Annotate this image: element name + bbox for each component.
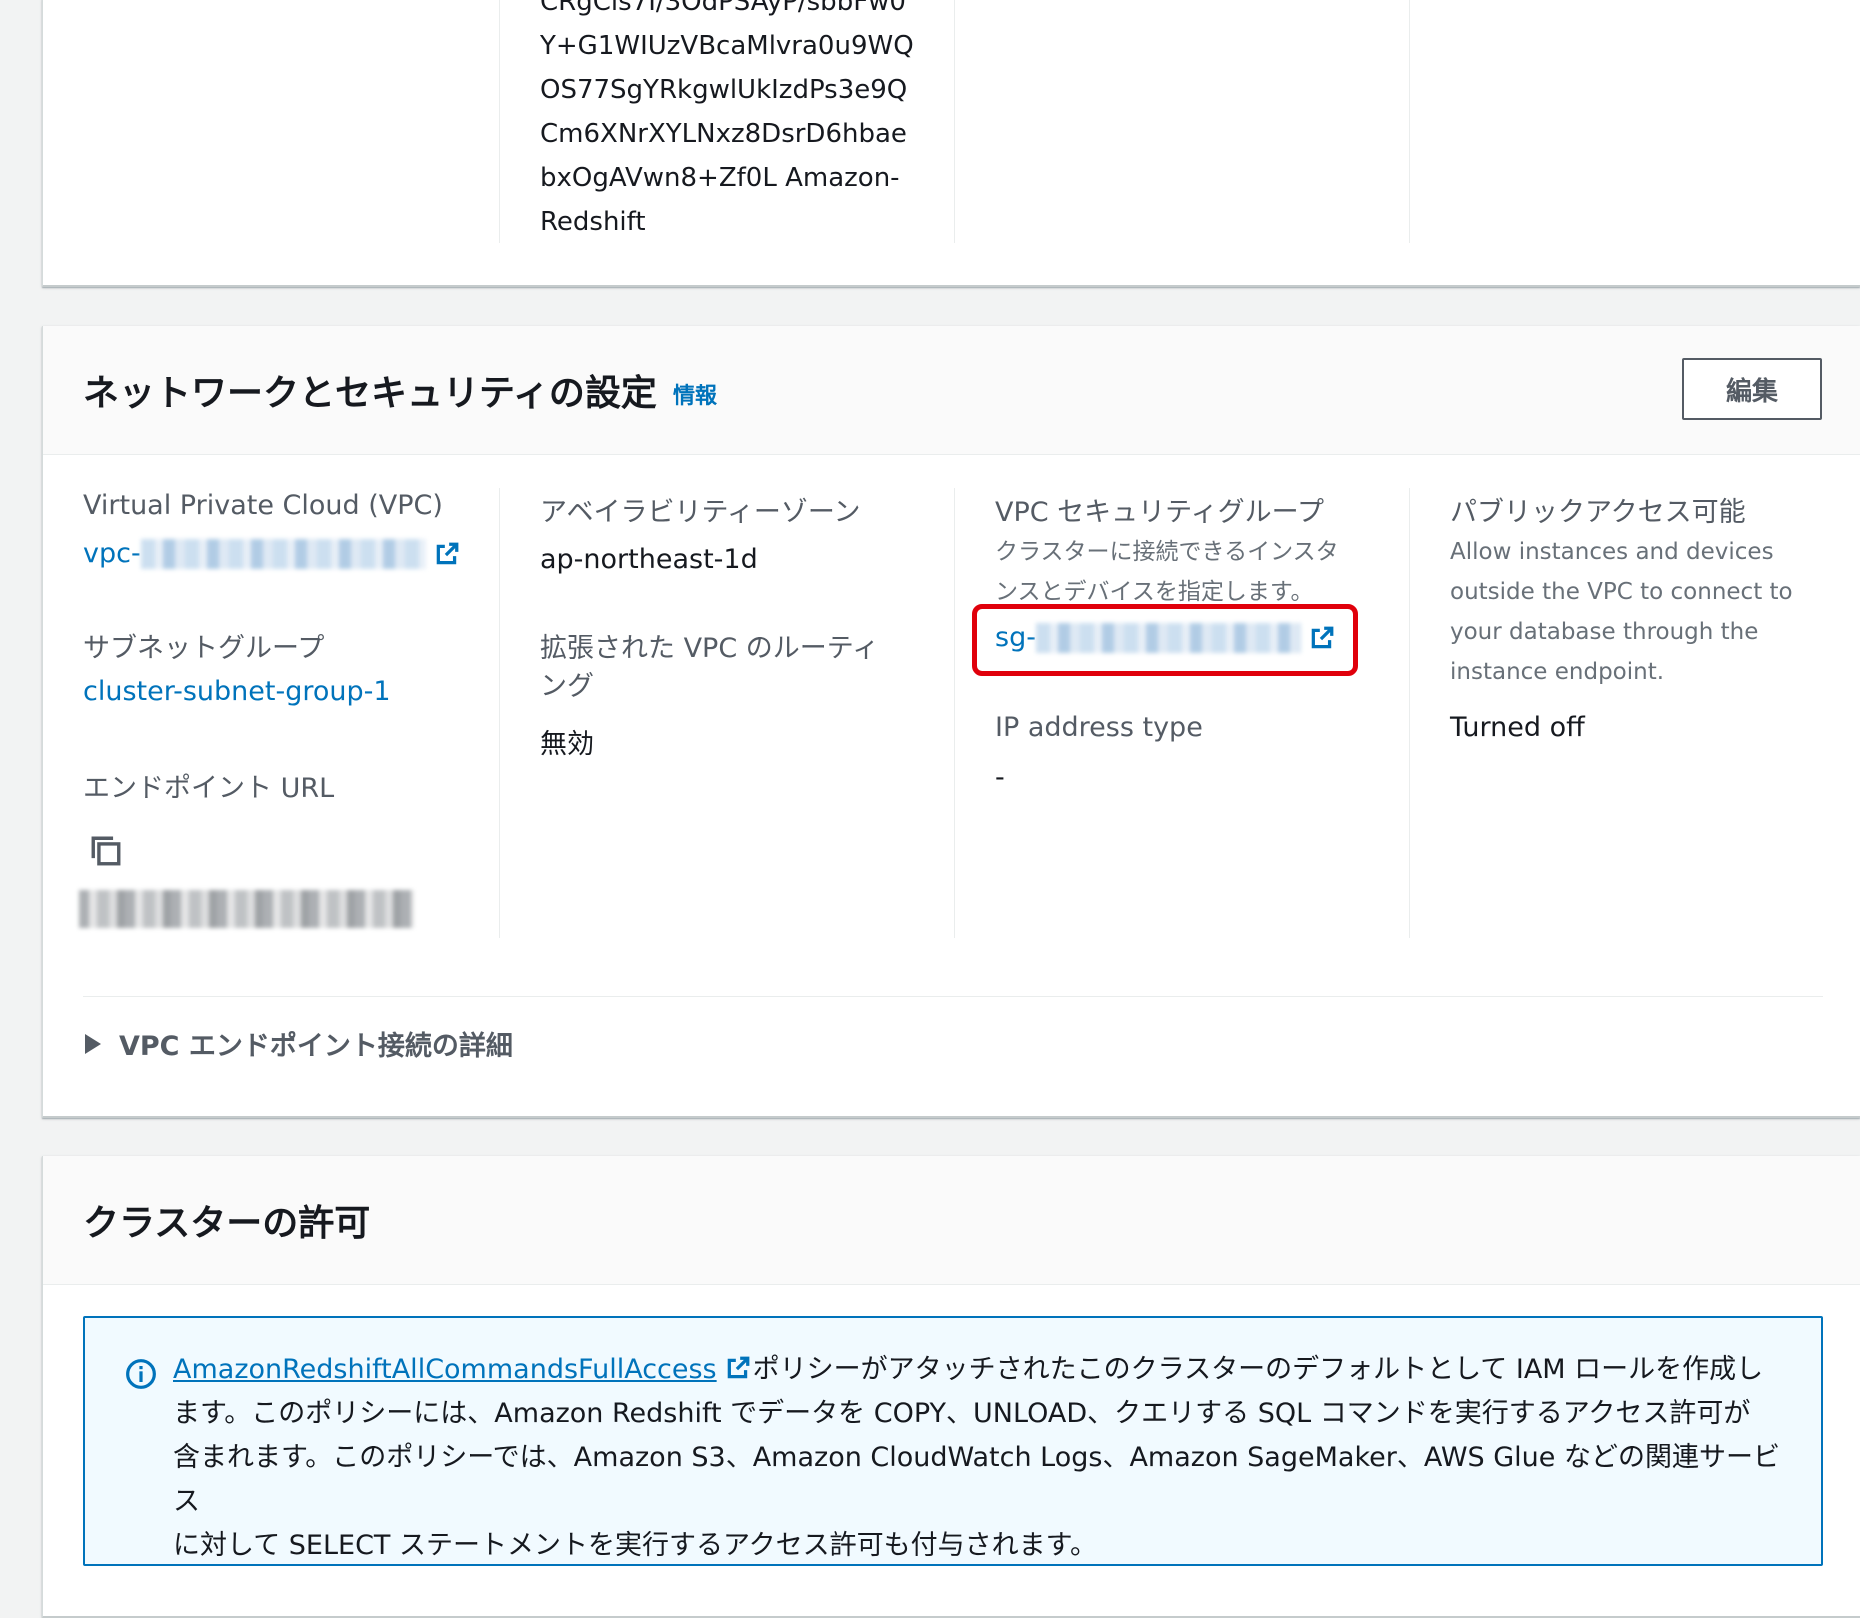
column-divider [954, 0, 955, 243]
public-key-line: Redshift [540, 207, 646, 237]
public-access-label: パブリックアクセス可能 [1450, 497, 1746, 528]
info-link[interactable]: 情報 [673, 378, 717, 410]
subnet-group-link[interactable]: cluster-subnet-group-1 [83, 676, 391, 707]
vpc-prefix: vpc- [83, 538, 141, 569]
policy-link[interactable]: AmazonRedshiftAllCommandsFullAccess [173, 1354, 717, 1385]
column-divider [499, 0, 500, 243]
permissions-section-title: クラスターの許可 [83, 1203, 371, 1244]
alert-text-line: に対して SELECT ステートメントを実行するアクセス許可も付与されます。 [173, 1530, 1097, 1561]
vpc-link[interactable]: vpc- [83, 538, 460, 569]
cluster-permissions-card: クラスターの許可 AmazonRedshiftAllCommandsFullAc… [42, 1156, 1860, 1618]
alert-message: AmazonRedshiftAllCommandsFullAccess ポリシーが… [173, 1348, 1781, 1568]
az-value: ap-northeast-1d [540, 544, 758, 575]
public-access-description: instance endpoint. [1450, 659, 1665, 685]
subnet-label: サブネットグループ [83, 633, 325, 664]
alert-text-line: ます。このポリシーには、Amazon Redshift でデータを COPY、U… [173, 1398, 1751, 1429]
highlight-box [972, 604, 1358, 676]
ip-address-type-value: - [995, 762, 1005, 793]
edit-button[interactable]: 編集 [1682, 358, 1822, 420]
public-key-line: CRgCls7I/3OdPSAyP/sbbFw0 [540, 0, 906, 17]
public-access-description: outside the VPC to connect to [1450, 579, 1793, 605]
caret-right-icon [85, 1033, 101, 1054]
column-divider [954, 488, 955, 938]
info-circle-icon [126, 1359, 156, 1389]
vpc-label: Virtual Private Cloud (VPC) [83, 490, 443, 521]
sg-description: クラスターに接続できるインスタ [995, 539, 1339, 565]
network-security-card: ネットワークとセキュリティの設定 情報 編集 Virtual Private C… [42, 326, 1860, 1118]
network-section-title: ネットワークとセキュリティの設定 [83, 373, 657, 414]
vpc-endpoint-details-expander[interactable]: VPC エンドポイント接続の詳細 [85, 1024, 513, 1063]
public-key-line: Cm6XNrXYLNxz8DsrD6hbae [540, 119, 907, 149]
alert-text-line: ポリシーがアタッチされたこのクラスターのデフォルトとして IAM ロールを作成し [752, 1354, 1764, 1385]
enhanced-vpc-label-cont: ング [540, 671, 594, 702]
public-key-line: bxOgAVwn8+Zf0L Amazon- [540, 163, 900, 193]
az-label: アベイラビリティーゾーン [540, 497, 861, 528]
public-access-value: Turned off [1450, 712, 1585, 743]
card-header: ネットワークとセキュリティの設定 情報 編集 [43, 326, 1860, 455]
cluster-detail-card: CRgCls7I/3OdPSAyP/sbbFw0 Y+G1WIUzVBcaMlv… [42, 0, 1860, 287]
ip-address-type-label: IP address type [995, 712, 1203, 743]
public-access-description: Allow instances and devices [1450, 539, 1774, 565]
enhanced-vpc-value: 無効 [540, 729, 594, 760]
public-key-line: OS77SgYRkgwlUkIzdPs3e9Q [540, 75, 908, 105]
column-divider [1409, 488, 1410, 938]
redacted-endpoint-url [79, 890, 414, 932]
column-divider [499, 488, 500, 938]
redacted-vpc-id [140, 538, 426, 569]
enhanced-vpc-label: 拡張された VPC のルーティ [540, 633, 880, 664]
external-link-icon [727, 1356, 750, 1379]
column-divider [1409, 0, 1410, 243]
info-alert: AmazonRedshiftAllCommandsFullAccess ポリシーが… [83, 1316, 1823, 1566]
section-divider [83, 996, 1823, 997]
public-key-line: Y+G1WIUzVBcaMlvra0u9WQ [540, 31, 914, 61]
public-access-description: your database through the [1450, 619, 1759, 645]
sg-label: VPC セキュリティグループ [995, 497, 1324, 528]
card-header: クラスターの許可 [43, 1156, 1860, 1285]
expander-label: VPC エンドポイント接続の詳細 [119, 1031, 513, 1062]
endpoint-url-label: エンドポイント URL [83, 773, 335, 804]
alert-text-line: 含まれます。このポリシーでは、Amazon S3、Amazon CloudWat… [173, 1442, 1780, 1517]
copy-icon[interactable] [89, 834, 123, 868]
external-link-icon [436, 542, 459, 564]
